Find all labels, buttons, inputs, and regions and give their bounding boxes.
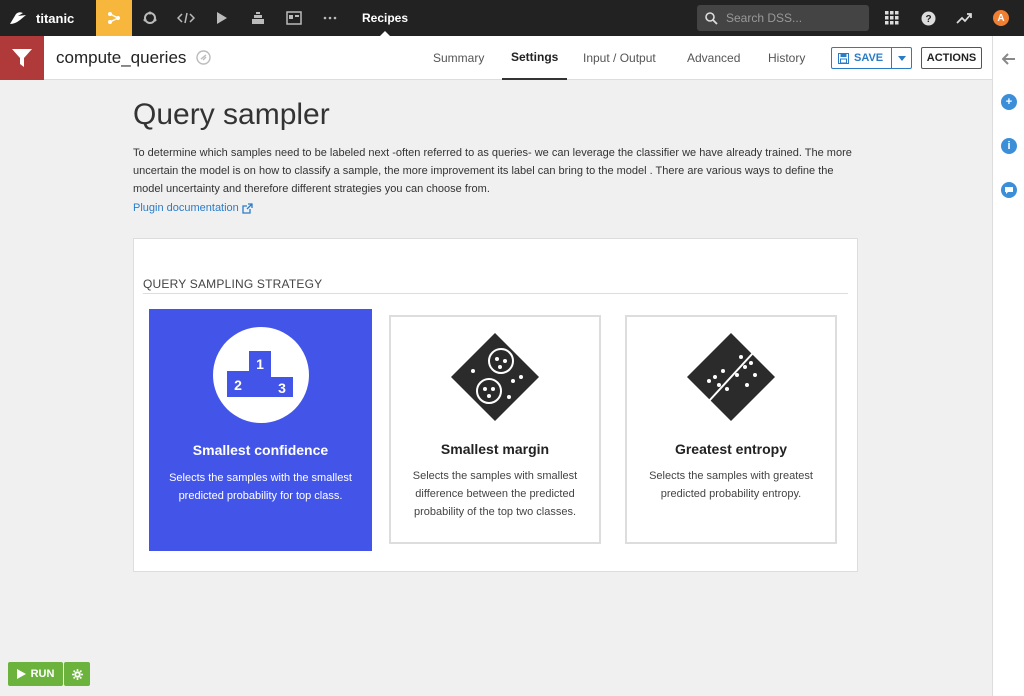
run-settings-button[interactable] — [64, 662, 90, 686]
section-label: QUERY SAMPLING STRATEGY — [143, 277, 323, 291]
strategy-card-greatest-entropy[interactable]: Greatest entropy Selects the samples wit… — [625, 315, 837, 544]
external-link-icon — [242, 202, 253, 214]
actions-button[interactable]: ACTIONS — [921, 47, 982, 69]
plugin-documentation-link[interactable]: Plugin documentation — [133, 202, 253, 214]
strategy-card-smallest-margin[interactable]: Smallest margin Selects the samples with… — [389, 315, 601, 544]
gear-icon — [71, 668, 83, 680]
recipe-header: compute_queries Summary Settings Input /… — [0, 35, 992, 80]
run-button[interactable]: RUN — [8, 662, 63, 686]
strategy-description: Selects the samples with greatest predic… — [649, 470, 813, 500]
search-icon — [705, 11, 718, 25]
tab-summary[interactable]: Summary — [433, 36, 484, 80]
page-title: Query sampler — [133, 98, 330, 131]
entropy-split-icon — [685, 331, 777, 428]
code-icon[interactable] — [168, 0, 204, 36]
strategy-card-smallest-confidence[interactable]: 1 2 3 Smallest confidence Selects the sa… — [149, 309, 372, 551]
flow-icon[interactable] — [96, 0, 132, 36]
dashboard-icon[interactable] — [276, 0, 312, 36]
svg-text:?: ? — [925, 14, 931, 25]
user-avatar[interactable]: A — [983, 0, 1019, 36]
project-name[interactable]: titanic — [36, 11, 96, 26]
tab-history[interactable]: History — [768, 36, 805, 80]
filter-recipe-icon — [0, 35, 44, 80]
strategy-panel: QUERY SAMPLING STRATEGY 1 2 3 Smallest c… — [133, 238, 858, 572]
add-icon[interactable]: + — [1001, 94, 1017, 110]
deploy-icon[interactable] — [240, 0, 276, 36]
podium-rank-1: 1 — [256, 356, 264, 372]
search-input[interactable] — [726, 11, 856, 25]
margin-clusters-icon — [449, 331, 541, 428]
tab-advanced[interactable]: Advanced — [687, 36, 740, 80]
chevron-down-icon — [897, 55, 906, 61]
more-icon[interactable] — [312, 0, 348, 36]
play-icon — [16, 669, 26, 679]
strategy-description: Selects the samples with smallest differ… — [412, 470, 578, 518]
save-button[interactable]: SAVE — [831, 47, 912, 69]
tab-input-output[interactable]: Input / Output — [583, 36, 656, 80]
save-options-caret[interactable] — [891, 48, 911, 68]
dataiku-logo[interactable] — [0, 0, 36, 36]
run-icon[interactable] — [204, 0, 240, 36]
podium-rank-2: 2 — [234, 377, 242, 393]
info-icon[interactable]: i — [1001, 138, 1017, 154]
right-sidebar: + i — [992, 36, 1024, 696]
collapse-arrow-icon[interactable] — [1001, 52, 1016, 70]
strategy-title: Smallest margin — [440, 441, 550, 457]
strategy-title: Greatest entropy — [674, 441, 788, 457]
activity-icon[interactable] — [946, 0, 982, 36]
top-navbar: titanic Recipes ? A — [0, 0, 1024, 36]
save-label: SAVE — [854, 52, 884, 64]
jobs-icon[interactable] — [132, 0, 168, 36]
doc-link-label: Plugin documentation — [133, 202, 239, 214]
run-label: RUN — [30, 668, 55, 680]
page-description: To determine which samples need to be la… — [133, 147, 852, 195]
podium-rank-3: 3 — [278, 380, 286, 396]
help-icon[interactable]: ? — [910, 0, 946, 36]
recipe-name[interactable]: compute_queries — [56, 48, 186, 68]
recipe-info-icon[interactable] — [196, 50, 212, 65]
section-divider — [143, 293, 848, 294]
discussion-icon[interactable] — [1001, 182, 1017, 198]
podium-icon: 1 2 3 — [212, 327, 309, 428]
nav-section-title: Recipes — [362, 0, 408, 36]
tab-settings[interactable]: Settings — [502, 36, 568, 80]
strategy-title: Smallest confidence — [192, 442, 329, 458]
apps-grid-icon[interactable] — [874, 0, 910, 36]
strategy-description: Selects the samples with the smallest pr… — [169, 472, 352, 502]
floppy-disk-icon — [838, 52, 849, 64]
avatar: A — [993, 10, 1009, 26]
search-box[interactable] — [697, 5, 869, 31]
